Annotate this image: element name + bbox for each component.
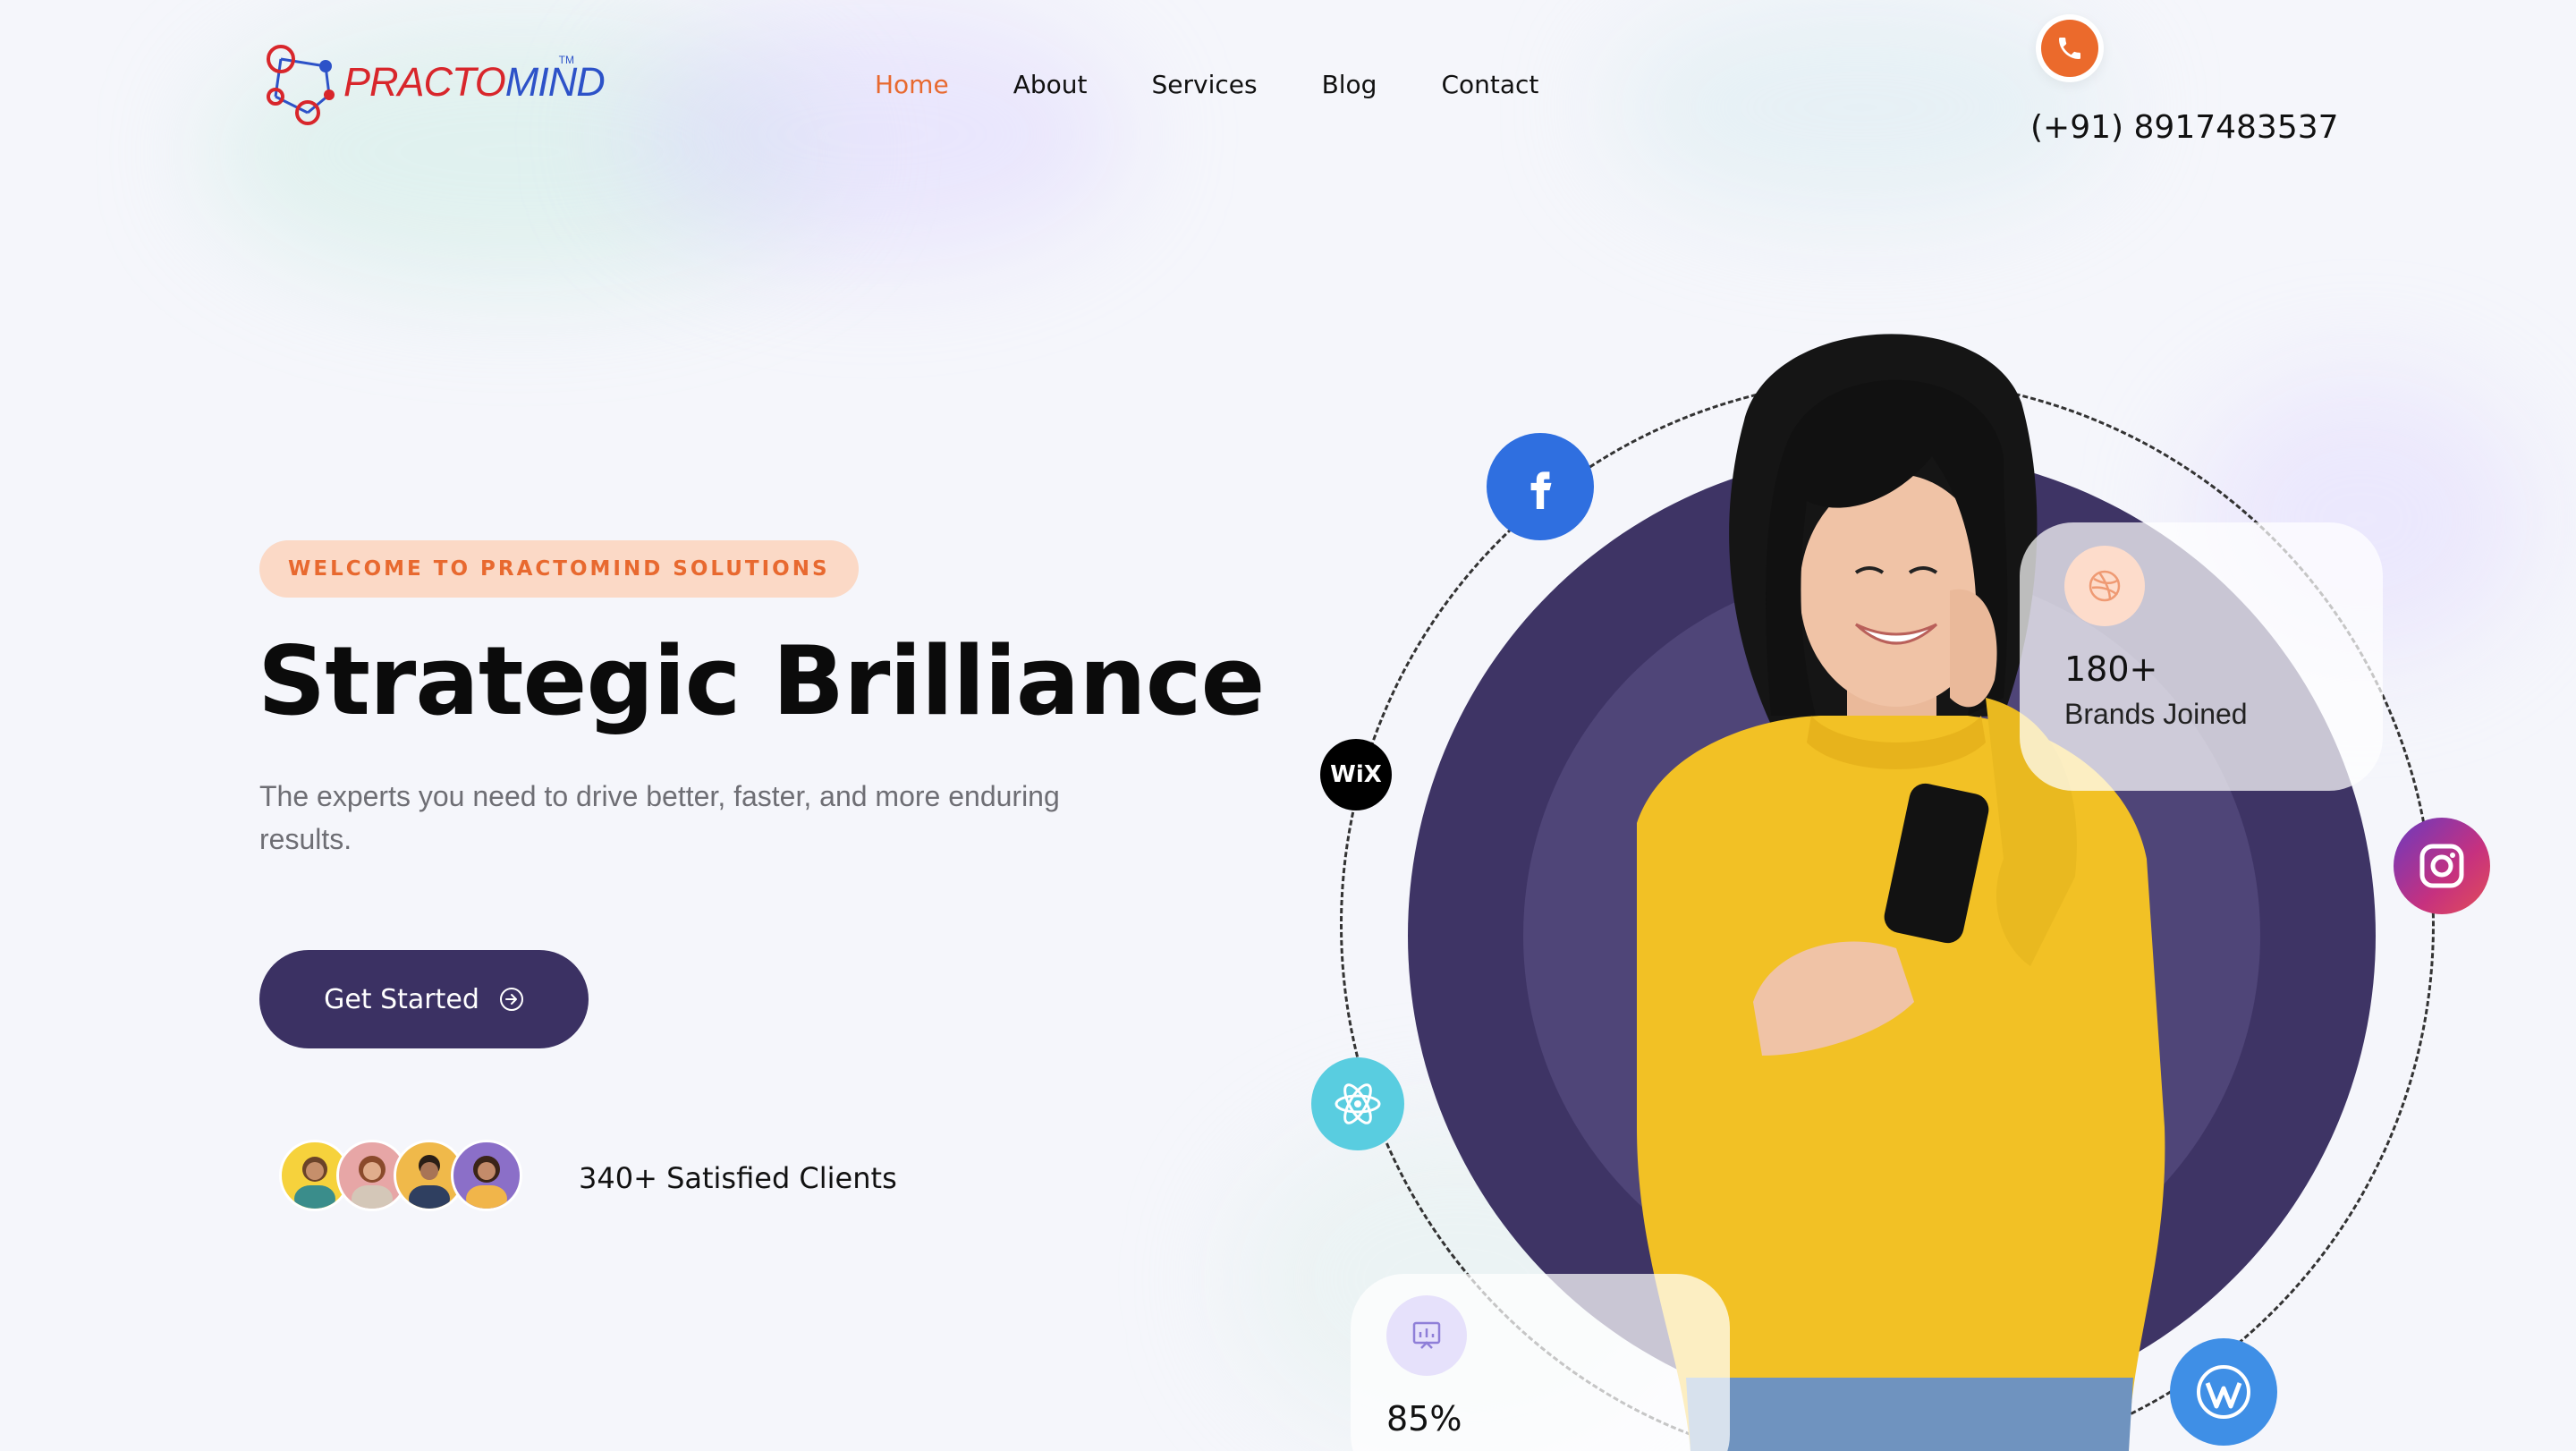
brands-joined-card: 180+ Brands Joined	[2020, 522, 2383, 791]
percent-card: 85%	[1351, 1274, 1730, 1451]
wix-icon[interactable]: WiX	[1320, 739, 1392, 810]
avatar	[451, 1140, 522, 1211]
logo-trademark: TM	[558, 54, 574, 66]
nav-contact[interactable]: Contact	[1441, 70, 1538, 99]
get-started-label: Get Started	[324, 983, 479, 1015]
logo-text-mind: MIND	[504, 59, 606, 105]
satisfied-clients-text: 340+ Satisfied Clients	[579, 1161, 897, 1195]
hero-subtitle: The experts you need to drive better, fa…	[259, 780, 1060, 855]
brands-joined-label: Brands Joined	[2064, 698, 2248, 730]
phone-number[interactable]: (+91) 8917483537	[2030, 109, 2339, 146]
phone-icon	[2059, 38, 2080, 59]
instagram-icon[interactable]	[2394, 818, 2490, 914]
react-icon[interactable]	[1311, 1057, 1404, 1150]
nav-home[interactable]: Home	[875, 70, 949, 99]
nav-blog[interactable]: Blog	[1322, 70, 1377, 99]
percent-value: 85%	[1386, 1399, 1462, 1438]
welcome-badge: WELCOME TO PRACTOMIND SOLUTIONS	[259, 540, 859, 598]
presentation-chart-icon	[1386, 1295, 1467, 1376]
hero-title: Strategic Brilliance	[258, 626, 1265, 736]
logo-molecule-icon	[267, 45, 335, 125]
facebook-icon[interactable]	[1487, 433, 1594, 540]
phone-button[interactable]	[2036, 14, 2104, 82]
arrow-circle-right-icon	[499, 988, 523, 1011]
wordpress-icon[interactable]	[2170, 1338, 2277, 1446]
wix-label: WiX	[1330, 761, 1382, 788]
get-started-button[interactable]: Get Started	[259, 950, 589, 1048]
brands-joined-value: 180+	[2064, 649, 2158, 689]
nav-services[interactable]: Services	[1151, 70, 1257, 99]
logo-text-practo: PRACTO	[343, 59, 506, 105]
nav-about[interactable]: About	[1013, 70, 1088, 99]
main-nav: Home About Services Blog Contact	[875, 70, 1538, 99]
phone-button-inner	[2041, 20, 2098, 77]
client-avatars	[279, 1140, 547, 1211]
logo[interactable]: PRACTOMIND TM	[258, 39, 606, 134]
dribbble-icon	[2064, 546, 2145, 626]
